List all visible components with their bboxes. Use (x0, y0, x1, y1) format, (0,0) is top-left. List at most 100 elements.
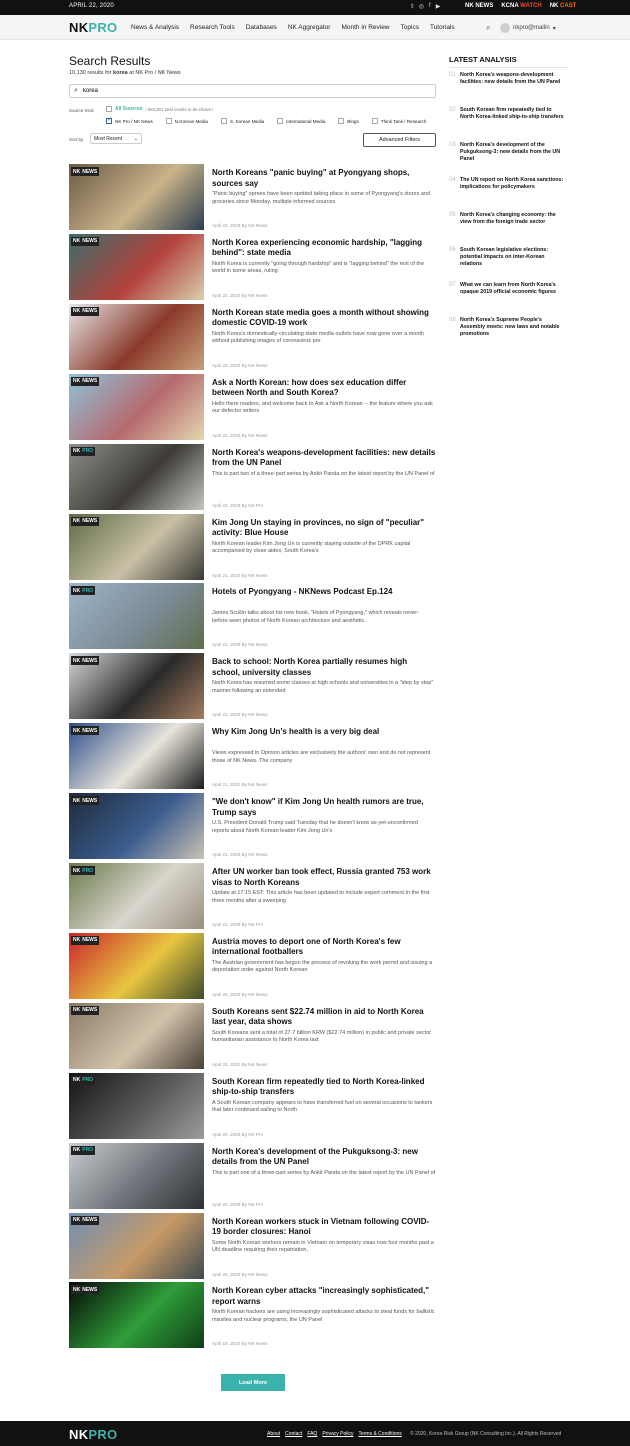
sidebar-item[interactable]: 03 North Korea's development of the Pukgu… (449, 142, 569, 163)
article-thumbnail[interactable]: NK NEWS (69, 1282, 204, 1349)
article-title[interactable]: Back to school: North Korea partially re… (212, 657, 436, 678)
nav-item-databases[interactable]: Databases (246, 24, 277, 31)
footer-link-about[interactable]: About (267, 1431, 280, 1437)
article-title[interactable]: Hotels of Pyongyang - NKNews Podcast Ep.… (212, 587, 436, 598)
nav-item-topics[interactable]: Topics (401, 24, 419, 31)
sidebar-item-link[interactable]: The UN report on North Korea sanctions: … (460, 177, 566, 191)
nkpro-logo[interactable]: NKPRO (69, 20, 117, 35)
article-title[interactable]: Why Kim Jong Un's health is a very big d… (212, 727, 436, 738)
source-option[interactable]: Blogs (338, 118, 359, 124)
youtube-icon[interactable]: ▶ (436, 3, 441, 10)
source-checkbox[interactable] (165, 118, 172, 124)
article-title[interactable]: After UN worker ban took effect, Russia … (212, 867, 436, 888)
article-thumbnail[interactable]: NK NEWS (69, 513, 204, 580)
instagram-icon[interactable]: ◎ (419, 3, 424, 10)
sidebar-item[interactable]: 06 South Korean legislative elections: po… (449, 247, 569, 268)
sidebar-item[interactable]: 01 North Korea's weapons-development faci… (449, 72, 569, 86)
article-card[interactable]: NK PRO Hotels of Pyongyang - NKNews Podcas… (69, 583, 436, 650)
article-thumbnail[interactable]: NK NEWS (69, 373, 204, 440)
article-card[interactable]: NK PRO North Korea's weapons-development f… (69, 443, 436, 510)
source-checkbox[interactable] (220, 118, 227, 124)
brand-link-1[interactable]: KCNA WATCH (501, 3, 541, 9)
article-card[interactable]: NK NEWS South Koreans sent $22.74 million … (69, 1002, 436, 1069)
sidebar-item[interactable]: 02 South Korean firm repeatedly tied to N… (449, 107, 569, 121)
twitter-icon[interactable]: 𝕥 (411, 3, 414, 10)
article-thumbnail[interactable]: NK PRO (69, 583, 204, 650)
footer-link-contact[interactable]: Contact (285, 1431, 302, 1437)
article-title[interactable]: North Koreans "panic buying" at Pyongyan… (212, 168, 436, 189)
article-card[interactable]: NK NEWS North Koreans "panic buying" at Py… (69, 164, 436, 230)
advanced-filters-button[interactable]: Advanced Filters (363, 133, 436, 147)
article-thumbnail[interactable]: NK PRO (69, 443, 204, 510)
article-title[interactable]: North Korean workers stuck in Vietnam fo… (212, 1217, 436, 1238)
source-checkbox[interactable] (106, 116, 112, 124)
facebook-icon[interactable]: f (429, 3, 431, 10)
article-thumbnail[interactable]: NK NEWS (69, 653, 204, 720)
sort-select[interactable]: Most Recent ⌄ (90, 133, 142, 144)
nav-item-month-in-review[interactable]: Month in Review (341, 24, 389, 31)
brand-link-2[interactable]: NK CAST (550, 3, 577, 9)
brand-link-0[interactable]: NK NEWS (465, 3, 493, 9)
sidebar-item-link[interactable]: South Korean legislative elections: pote… (460, 247, 566, 268)
article-card[interactable]: NK PRO South Korean firm repeatedly tied t… (69, 1072, 436, 1139)
article-thumbnail[interactable]: NK NEWS (69, 723, 204, 790)
article-card[interactable]: NK NEWS North Korean state media goes a mo… (69, 303, 436, 370)
all-sources-checkbox[interactable] (106, 106, 112, 112)
source-checkbox[interactable] (338, 118, 345, 124)
search-field[interactable]: ⌕ (69, 84, 436, 98)
article-card[interactable]: NK NEWS "We don't know" if Kim Jong Un hea… (69, 793, 436, 860)
article-thumbnail[interactable]: NK NEWS (69, 1212, 204, 1279)
sidebar-item-link[interactable]: North Korea's changing economy: the view… (460, 212, 566, 226)
article-card[interactable]: NK NEWS Austria moves to deport one of Nor… (69, 932, 436, 999)
article-title[interactable]: South Koreans sent $22.74 million in aid… (212, 1007, 436, 1028)
article-title[interactable]: Kim Jong Un staying in provinces, no sig… (212, 518, 436, 539)
footer-logo[interactable]: NKPRO (69, 1427, 117, 1442)
article-title[interactable]: North Korea's weapons-development facili… (212, 448, 436, 469)
article-title[interactable]: South Korean firm repeatedly tied to Nor… (212, 1077, 436, 1098)
article-card[interactable]: NK NEWS North Korean workers stuck in Viet… (69, 1212, 436, 1279)
article-title[interactable]: Austria moves to deport one of North Kor… (212, 937, 436, 958)
article-card[interactable]: NK NEWS Kim Jong Un staying in provinces, … (69, 513, 436, 580)
source-option[interactable]: International Media (277, 118, 325, 124)
sidebar-item[interactable]: 07 What we can learn from North Korea's o… (449, 282, 569, 296)
sidebar-item[interactable]: 08 North Korea's Supreme People's Assembl… (449, 317, 569, 338)
sidebar-item-link[interactable]: North Korea's development of the Pukguks… (460, 142, 566, 163)
sidebar-item-link[interactable]: North Korea's weapons-development facili… (460, 72, 566, 86)
source-option[interactable]: Think Tank / Research (371, 118, 426, 124)
article-title[interactable]: North Korean state media goes a month wi… (212, 308, 436, 329)
source-checkbox[interactable] (277, 118, 284, 124)
load-more-button[interactable]: Load More (221, 1374, 285, 1391)
footer-link-faq[interactable]: FAQ (307, 1431, 317, 1437)
article-card[interactable]: NK NEWS North Korean cyber attacks "increa… (69, 1282, 436, 1349)
article-thumbnail[interactable]: NK NEWS (69, 164, 204, 230)
footer-link-privacy-policy[interactable]: Privacy Policy (322, 1431, 353, 1437)
article-title[interactable]: "We don't know" if Kim Jong Un health ru… (212, 797, 436, 818)
article-thumbnail[interactable]: NK NEWS (69, 793, 204, 860)
nav-item-research-tools[interactable]: Research Tools (190, 24, 235, 31)
article-card[interactable]: NK NEWS North Korea experiencing economic … (69, 233, 436, 300)
footer-link-terms-conditions[interactable]: Terms & Conditions (358, 1431, 401, 1437)
article-card[interactable]: NK PRO North Korea's development of the Pu… (69, 1142, 436, 1209)
source-checkbox[interactable] (371, 118, 378, 124)
article-thumbnail[interactable]: NK PRO (69, 863, 204, 929)
article-thumbnail[interactable]: NK NEWS (69, 1002, 204, 1069)
article-thumbnail[interactable]: NK PRO (69, 1142, 204, 1209)
article-card[interactable]: NK PRO After UN worker ban took effect, Ru… (69, 863, 436, 929)
all-sources-filter[interactable]: All Sources / 664,901 total results to b… (106, 106, 213, 112)
sidebar-item-link[interactable]: What we can learn from North Korea's opa… (460, 282, 566, 296)
article-thumbnail[interactable]: NK NEWS (69, 932, 204, 999)
nav-item-nk-aggregator[interactable]: NK Aggregator (288, 24, 331, 31)
sidebar-item-link[interactable]: South Korean firm repeatedly tied to Nor… (460, 107, 566, 121)
sidebar-item[interactable]: 05 North Korea's changing economy: the vi… (449, 212, 569, 226)
search-icon[interactable]: ⌕ (486, 23, 490, 33)
user-menu[interactable]: nkpro@mailin ▾ (500, 23, 556, 33)
search-input[interactable] (82, 88, 383, 94)
article-card[interactable]: NK NEWS Back to school: North Korea partia… (69, 653, 436, 720)
article-title[interactable]: Ask a North Korean: how does sex educati… (212, 378, 436, 399)
article-card[interactable]: NK NEWS Why Kim Jong Un's health is a very… (69, 723, 436, 790)
nav-item-news-analysis[interactable]: News & Analysis (131, 24, 179, 31)
nav-item-tutorials[interactable]: Tutorials (430, 24, 455, 31)
article-title[interactable]: North Korean cyber attacks "increasingly… (212, 1286, 436, 1307)
article-card[interactable]: NK NEWS Ask a North Korean: how does sex e… (69, 373, 436, 440)
article-thumbnail[interactable]: NK PRO (69, 1072, 204, 1139)
